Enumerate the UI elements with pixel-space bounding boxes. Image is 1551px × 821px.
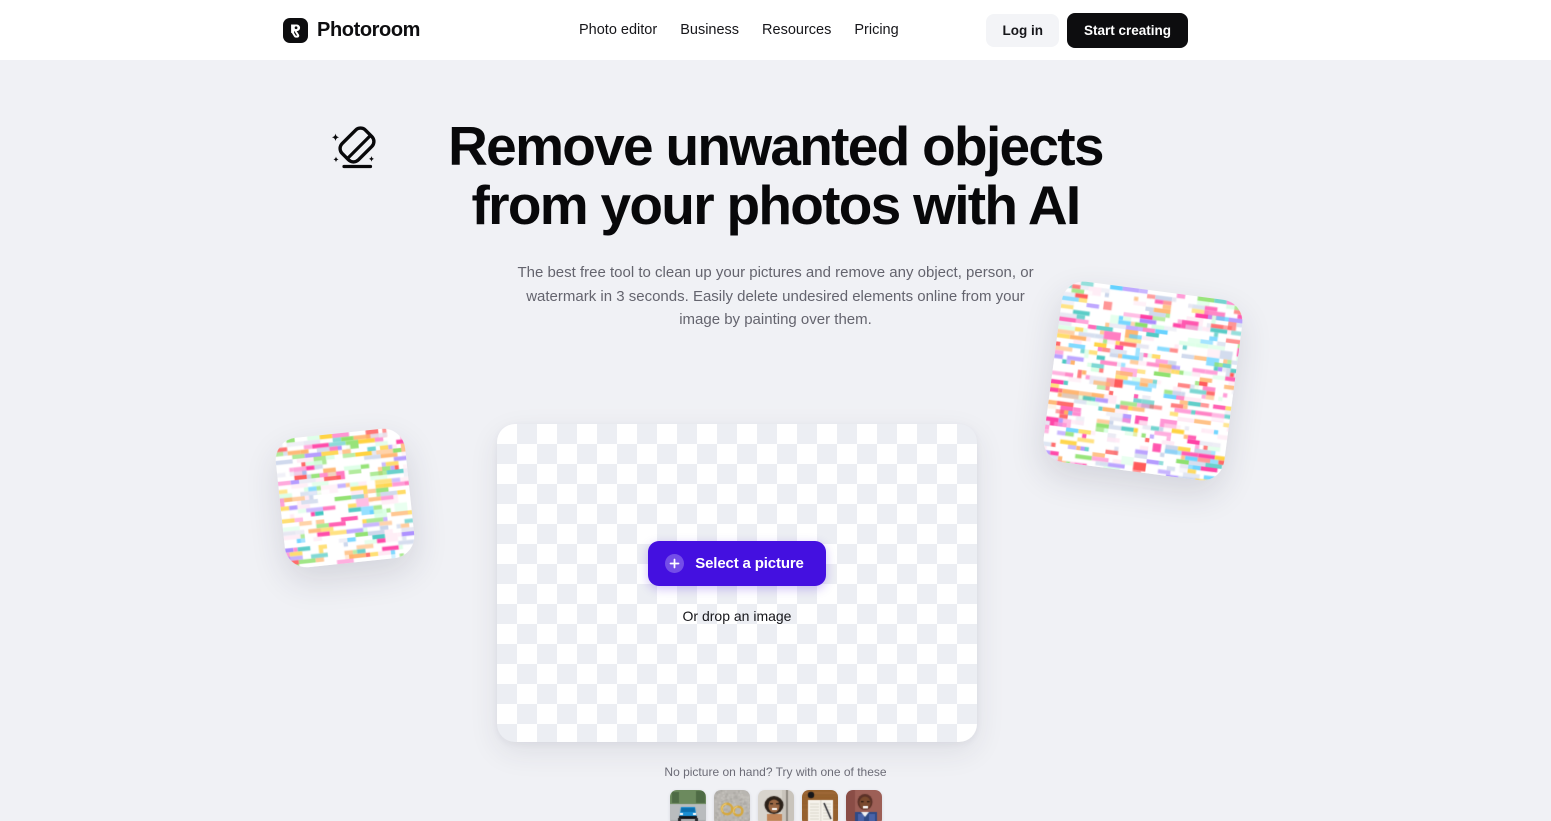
select-a-picture-button[interactable]: Select a picture	[648, 541, 826, 586]
image-dropzone[interactable]: Select a picture Or drop an image	[497, 424, 977, 742]
select-a-picture-label: Select a picture	[695, 555, 804, 572]
header-actions: Log in Start creating	[986, 12, 1188, 48]
sample-thumb-car[interactable]	[669, 790, 706, 821]
sample-thumb-jewelry[interactable]	[713, 790, 750, 821]
sample-thumb-notebook[interactable]	[801, 790, 838, 821]
nav-item-business[interactable]: Business	[680, 14, 762, 46]
nav-item-pricing[interactable]: Pricing	[854, 14, 921, 46]
pixelated-square-left	[273, 426, 417, 570]
sample-images-section: No picture on hand? Try with one of thes…	[0, 765, 1551, 821]
sample-thumb-man[interactable]	[845, 790, 882, 821]
sample-images-label: No picture on hand? Try with one of thes…	[664, 765, 887, 779]
site-header: Photoroom Photo editor Business Resource…	[0, 0, 1551, 60]
main-nav: Photo editor Business Resources Pricing	[579, 14, 922, 46]
plus-icon	[665, 554, 685, 573]
nav-item-photo-editor[interactable]: Photo editor	[579, 14, 680, 46]
brand-name: Photoroom	[317, 18, 421, 41]
headline-line-1: Remove unwanted objects	[448, 115, 1104, 177]
sample-thumbnails	[0, 790, 1551, 821]
headline-line-2: from your photos with AI	[471, 174, 1082, 236]
login-button[interactable]: Log in	[986, 13, 1059, 47]
hero-section: Remove unwanted objects from your photos…	[0, 60, 1551, 821]
drop-image-hint: Or drop an image	[682, 608, 792, 624]
page-title: Remove unwanted objects from your photos…	[331, 115, 1156, 236]
brand-logo[interactable]: Photoroom	[283, 17, 421, 43]
nav-item-resources[interactable]: Resources	[762, 14, 854, 46]
eraser-sparkle-icon	[326, 123, 382, 173]
start-creating-button[interactable]: Start creating	[1066, 12, 1188, 48]
photoroom-logo-icon	[283, 17, 308, 43]
page-subtitle: The best free tool to clean up your pict…	[517, 264, 1034, 328]
sample-thumb-woman[interactable]	[757, 790, 794, 821]
